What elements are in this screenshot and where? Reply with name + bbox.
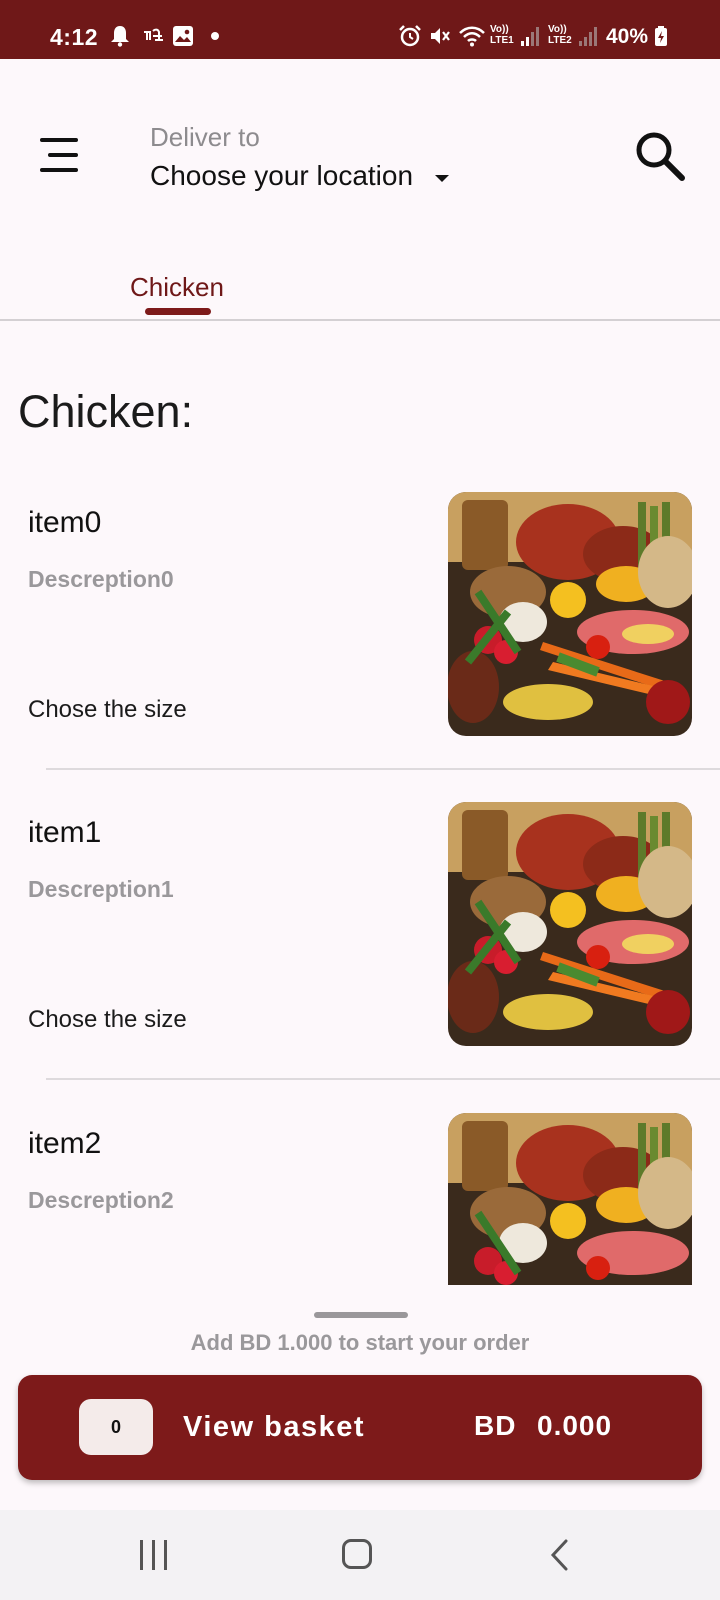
battery-percent: 40% [606, 25, 649, 48]
item-description: Descreption1 [28, 876, 174, 902]
status-time: 4:12 [50, 24, 99, 50]
menu-item[interactable]: item1 Descreption1 Chose the size [0, 802, 720, 1112]
location-text: Choose your location [150, 160, 414, 191]
hamburger-menu-icon[interactable] [40, 138, 82, 174]
system-navigation-bar [0, 1510, 720, 1600]
view-basket-label: View basket [183, 1411, 366, 1443]
choose-size-link[interactable]: Chose the size [28, 1006, 187, 1034]
wifi-icon [458, 24, 486, 48]
back-icon[interactable] [548, 1538, 572, 1572]
alarm-icon [398, 24, 422, 48]
menu-item[interactable]: item2 Descreption2 [0, 1113, 720, 1285]
item-name: item0 [28, 506, 102, 539]
section-title: Chicken: [18, 386, 194, 437]
tab-divider [0, 319, 720, 321]
app-notification-icon [142, 24, 164, 48]
item-description: Descreption2 [28, 1187, 174, 1213]
basket-currency: BD [474, 1410, 517, 1441]
basket-count-badge: 0 [79, 1399, 153, 1455]
choose-size-link[interactable]: Chose the size [28, 696, 187, 724]
chevron-down-icon [435, 174, 450, 182]
tab-chicken[interactable]: Chicken [112, 272, 242, 303]
item-name: item1 [28, 816, 102, 849]
recent-apps-icon[interactable] [140, 1540, 172, 1570]
view-basket-button[interactable]: 0 View basket BD 0.000 [18, 1375, 702, 1480]
item-food-image [448, 1113, 692, 1285]
lte2-signal-icon [578, 24, 598, 48]
item-divider [46, 768, 720, 770]
lte1-label: Vo)) LTE1 [490, 24, 514, 48]
volte-1-text: Vo)) [490, 24, 509, 35]
item-divider [46, 1078, 720, 1080]
location-dropdown[interactable]: Choose your location [150, 160, 450, 192]
lte2-text: LTE2 [548, 35, 572, 46]
bottom-sheet-handle[interactable] [314, 1312, 408, 1318]
volte-2-text: Vo)) [548, 24, 567, 35]
tab-active-indicator [145, 308, 211, 315]
item-food-image [448, 802, 692, 1046]
basket-total: 0.000 [537, 1410, 613, 1441]
item-food-image [448, 492, 692, 736]
menu-item[interactable]: item0 Descreption0 Chose the size [0, 492, 720, 802]
item-name: item2 [28, 1127, 102, 1160]
gallery-icon [172, 24, 194, 48]
mute-icon [428, 24, 452, 48]
minimum-order-note: Add BD 1.000 to start your order [190, 1330, 530, 1355]
lte1-signal-icon [520, 24, 540, 48]
search-icon[interactable] [634, 130, 686, 182]
notification-bell-icon [110, 24, 130, 48]
lte1-text: LTE1 [490, 35, 514, 46]
battery-icon [654, 24, 668, 48]
home-icon[interactable] [342, 1539, 372, 1569]
deliver-to-label: Deliver to [150, 122, 260, 152]
dot-icon [210, 24, 220, 48]
lte2-label: Vo)) LTE2 [548, 24, 572, 48]
status-bar: 4:12 Vo)) LTE1 Vo)) LTE2 40% [0, 0, 720, 59]
item-description: Descreption0 [28, 566, 174, 592]
